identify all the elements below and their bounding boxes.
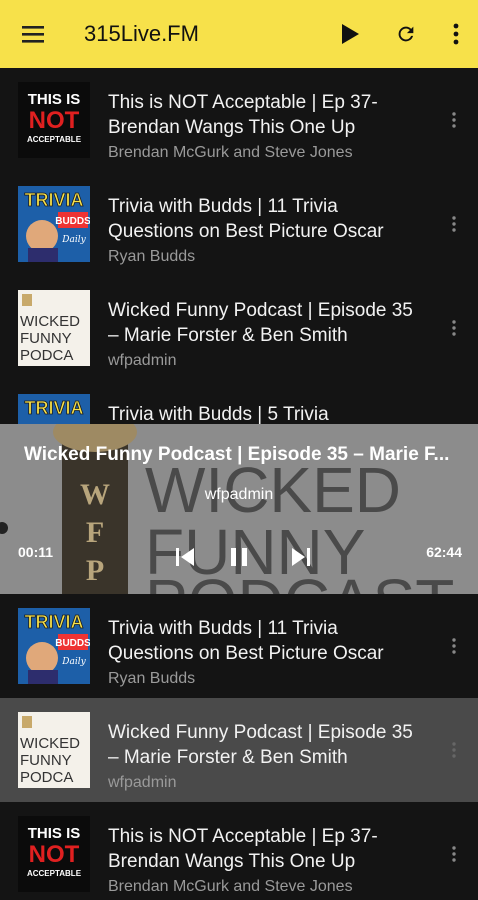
item-more-icon[interactable]: [444, 318, 464, 338]
list-item[interactable]: THIS IS NOT ACCEPTABLE This is NOT Accep…: [0, 68, 478, 172]
elapsed-time: 00:11: [18, 544, 54, 560]
list-item[interactable]: WICKED FUNNY PODCA Wicked Funny Podcast …: [0, 276, 478, 380]
thumb-text: Daily: [61, 235, 86, 245]
thumb-text: ACCEPTABLE: [27, 869, 82, 878]
thumb-text: TRIVIA: [24, 398, 83, 418]
thumb-text: NOT: [29, 841, 80, 868]
now-playing-panel: W F P WICKED FUNNY PODCAST Wicked Funny …: [0, 424, 478, 594]
list-item[interactable]: TRIVIA BUDDS Daily Trivia with Budds | 1…: [0, 594, 478, 698]
thumb-text: TRIVIA: [24, 612, 83, 632]
episode-title: Wicked Funny Podcast | Episode 35 – Mari…: [108, 300, 413, 346]
thumb-text: ACCEPTABLE: [27, 135, 82, 144]
episode-author: Brendan McGurk and Steve Jones: [108, 144, 353, 161]
trivia-with-budds-thumbnail: TRIVIA BUDDS Daily: [18, 186, 90, 262]
episode-title: This is NOT Acceptable | Ep 37- Brendan …: [108, 92, 378, 138]
item-more-icon[interactable]: [444, 110, 464, 130]
now-playing-title: Wicked Funny Podcast | Episode 35 – Mari…: [24, 444, 450, 465]
skip-next-icon[interactable]: [286, 542, 316, 572]
episode-title: Trivia with Budds | 11 Trivia Questions …: [108, 618, 384, 664]
thumb-text: FUNNY: [20, 752, 72, 769]
thumb-text: THIS IS: [28, 825, 81, 842]
wicked-funny-podcast-thumbnail: WICKED FUNNY PODCA: [18, 290, 90, 366]
play-icon[interactable]: [322, 0, 378, 68]
item-more-icon[interactable]: [444, 636, 464, 656]
now-playing-author: wfpadmin: [204, 486, 274, 503]
thumb-text: WICKED: [20, 313, 80, 330]
wicked-funny-podcast-thumbnail: WICKED FUNNY PODCA: [18, 712, 90, 788]
pause-icon[interactable]: [224, 542, 254, 572]
thumb-text: BUDDS: [55, 216, 90, 227]
mic-letter: F: [86, 516, 104, 549]
item-more-icon[interactable]: [444, 740, 464, 760]
thumb-text: BUDDS: [55, 638, 90, 649]
thumb-text: NOT: [29, 107, 80, 134]
thumb-text: PODCA: [20, 769, 73, 786]
this-is-not-acceptable-thumbnail: THIS IS NOT ACCEPTABLE: [18, 816, 90, 892]
skip-previous-icon[interactable]: [170, 542, 200, 572]
app-bar: 315Live.FM: [0, 0, 478, 68]
more-vert-icon[interactable]: [434, 0, 478, 68]
thumb-text: THIS IS: [28, 91, 81, 108]
episode-title: This is NOT Acceptable | Ep 37- Brendan …: [108, 826, 378, 872]
hamburger-menu-icon[interactable]: [0, 0, 68, 68]
item-more-icon[interactable]: [444, 844, 464, 864]
list-item-selected[interactable]: WICKED FUNNY PODCA Wicked Funny Podcast …: [0, 698, 478, 802]
episode-author: Ryan Budds: [108, 248, 196, 265]
total-duration: 62:44: [426, 544, 462, 560]
thumb-text: Daily: [61, 657, 86, 667]
episode-author: Ryan Budds: [108, 670, 196, 687]
thumb-text: PODCA: [20, 347, 73, 364]
this-is-not-acceptable-thumbnail: THIS IS NOT ACCEPTABLE: [18, 82, 90, 158]
app-title: 315Live.FM: [84, 21, 199, 46]
refresh-icon[interactable]: [378, 0, 434, 68]
episode-author: wfpadmin: [108, 774, 177, 791]
thumb-text: TRIVIA: [24, 190, 83, 210]
episode-author: Brendan McGurk and Steve Jones: [108, 878, 353, 895]
item-more-icon[interactable]: [444, 214, 464, 234]
list-item[interactable]: TRIVIA BUDDS Daily Trivia with Budds | 1…: [0, 172, 478, 276]
thumb-text: FUNNY: [20, 330, 72, 347]
episode-title: Wicked Funny Podcast | Episode 35 – Mari…: [108, 722, 413, 768]
thumb-text: WICKED: [20, 735, 80, 752]
episode-title: Trivia with Budds | 11 Trivia Questions …: [108, 196, 384, 242]
episode-author: wfpadmin: [108, 352, 177, 369]
trivia-with-budds-thumbnail: TRIVIA BUDDS Daily: [18, 608, 90, 684]
mic-letter: P: [86, 554, 104, 587]
list-item[interactable]: THIS IS NOT ACCEPTABLE This is NOT Accep…: [0, 802, 478, 900]
